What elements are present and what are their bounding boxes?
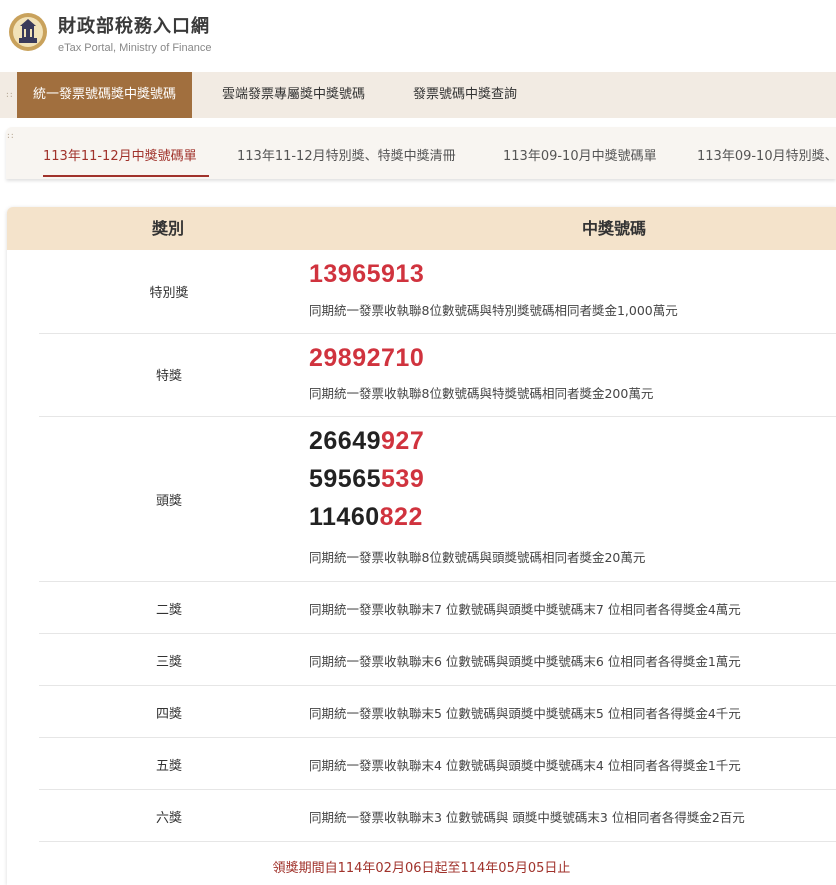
table-row: 二獎 同期統一發票收執聯末7 位數號碼與頭獎中獎號碼末7 位相同者各得獎金4萬元 [39, 582, 836, 634]
tab-prize-lookup[interactable]: 發票號碼中獎查詢 [413, 72, 517, 118]
prize-name: 六獎 [155, 811, 182, 826]
prize-name: 特別獎 [149, 286, 189, 301]
prize-description: 同期統一發票收執聯末7 位數號碼與頭獎中獎號碼末7 位相同者各得獎金4萬元 [309, 602, 741, 617]
main-nav: :: 統一發票號碼獎中獎號碼 雲端發票專屬獎中獎號碼 發票號碼中獎查詢 [0, 72, 836, 118]
active-tab-underline [43, 175, 209, 177]
prize-table: 獎別 中獎號碼 特別獎 13965913 同期統一發票收執聯8位數號碼與特別獎號… [7, 207, 836, 885]
prize-description: 同期統一發票收執聯末4 位數號碼與頭獎中獎號碼末4 位相同者各得獎金1千元 [309, 758, 741, 773]
taiwan-emblem-icon[interactable] [8, 12, 48, 52]
drag-handle-icon[interactable]: :: [6, 131, 15, 140]
site-title[interactable]: 財政部稅務入口網 [58, 12, 210, 38]
claim-period-note: 領獎期間自114年02月06日起至114年05月05日止 [272, 861, 571, 876]
subtab-113-11-12-list[interactable]: 113年11-12月特別獎、特獎中獎清冊 [237, 145, 456, 164]
header-numbers: 中獎號碼 [582, 219, 647, 238]
prize-description: 同期統一發票收執聯末6 位數號碼與頭獎中獎號碼末6 位相同者各得獎金1萬元 [309, 654, 741, 669]
table-row: 三獎 同期統一發票收執聯末6 位數號碼與頭獎中獎號碼末6 位相同者各得獎金1萬元 [39, 634, 836, 686]
table-row: 特獎 29892710 同期統一發票收執聯8位數號碼與特獎號碼相同者獎金200萬… [39, 334, 836, 417]
drag-handle-icon[interactable]: :: [5, 90, 14, 99]
site-subtitle: eTax Portal, Ministry of Finance [58, 42, 212, 54]
header-prize: 獎別 [152, 219, 185, 238]
subtab-113-11-12-numbers[interactable]: 113年11-12月中獎號碼單 [43, 145, 197, 164]
table-row: 五獎 同期統一發票收執聯末4 位數號碼與頭獎中獎號碼末4 位相同者各得獎金1千元 [39, 738, 836, 790]
tab-invoice-prize-numbers[interactable]: 統一發票號碼獎中獎號碼 [17, 72, 193, 118]
prize-name: 三獎 [155, 655, 182, 670]
prize-description: 同期統一發票收執聯8位數號碼與特獎號碼相同者獎金200萬元 [309, 386, 654, 401]
winning-number[interactable]: 26649927 [309, 427, 424, 456]
prize-name: 頭獎 [155, 494, 182, 509]
table-row: 特別獎 13965913 同期統一發票收執聯8位數號碼與特別獎號碼相同者獎金1,… [39, 250, 836, 334]
prize-description: 同期統一發票收執聯末5 位數號碼與頭獎中獎號碼末5 位相同者各得獎金4千元 [309, 706, 741, 721]
site-header: 財政部稅務入口網 eTax Portal, Ministry of Financ… [0, 0, 836, 72]
sub-nav: :: 113年11-12月中獎號碼單 113年11-12月特別獎、特獎中獎清冊 … [6, 127, 836, 179]
prize-description: 同期統一發票收執聯末3 位數號碼與 頭獎中獎號碼末3 位相同者各得獎金2百元 [309, 810, 745, 825]
table-row: 頭獎 26649927 59565539 11460822 同期統一發票收執聯8… [39, 417, 836, 582]
subtab-113-09-10-list[interactable]: 113年09-10月特別獎、 [697, 145, 836, 164]
prize-description: 同期統一發票收執聯8位數號碼與頭獎號碼相同者獎金20萬元 [309, 550, 646, 565]
table-row: 六獎 同期統一發票收執聯末3 位數號碼與 頭獎中獎號碼末3 位相同者各得獎金2百… [39, 790, 836, 842]
winning-number[interactable]: 29892710 [309, 344, 424, 373]
prize-description: 同期統一發票收執聯8位數號碼與特別獎號碼相同者獎金1,000萬元 [309, 303, 678, 318]
prize-name: 四獎 [155, 707, 182, 722]
winning-number[interactable]: 13965913 [309, 260, 424, 289]
tab-cloud-invoice-prize[interactable]: 雲端發票專屬獎中獎號碼 [222, 72, 365, 118]
table-row: 四獎 同期統一發票收執聯末5 位數號碼與頭獎中獎號碼末5 位相同者各得獎金4千元 [39, 686, 836, 738]
prize-name: 五獎 [155, 759, 182, 774]
winning-number[interactable]: 11460822 [309, 503, 423, 532]
subtab-113-09-10-numbers[interactable]: 113年09-10月中獎號碼單 [503, 145, 657, 164]
prize-name: 二獎 [155, 603, 182, 618]
table-header: 獎別 中獎號碼 [7, 207, 836, 250]
prize-name: 特獎 [155, 369, 182, 384]
winning-number[interactable]: 59565539 [309, 465, 424, 494]
